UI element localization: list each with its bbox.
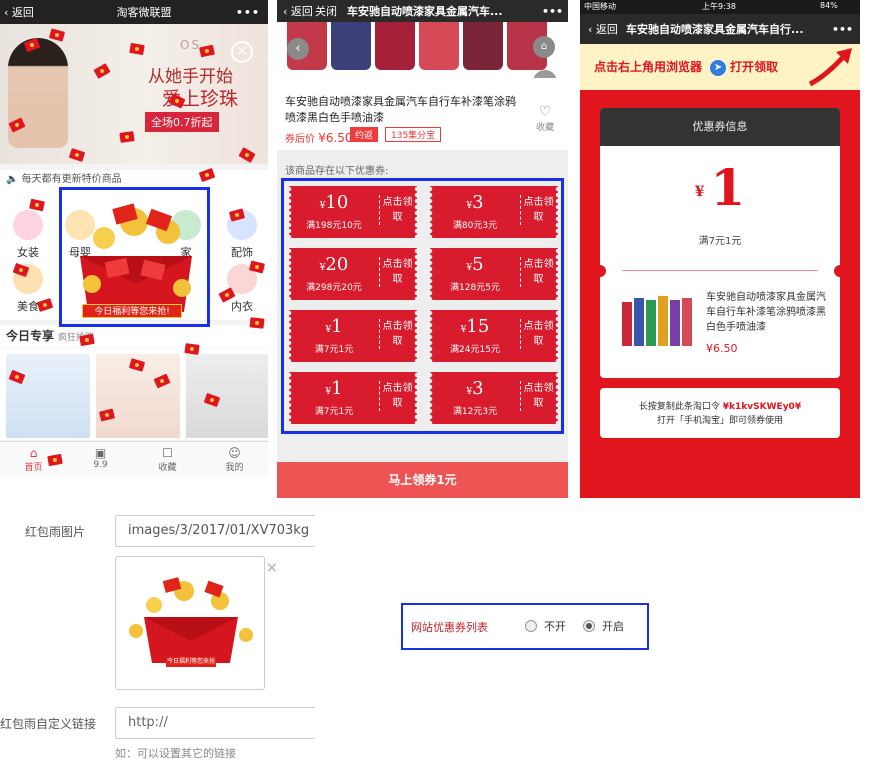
close-link[interactable]: 关闭 (315, 3, 347, 19)
points-tag: 135集分宝 (385, 127, 442, 142)
redrain-image-input[interactable]: images/3/2017/01/XV703kg (115, 515, 315, 547)
product-banner-image (277, 22, 568, 78)
product-thumb (620, 286, 694, 356)
favorite-button[interactable]: ♡ 收藏 (534, 104, 556, 133)
highlight-box-red-packet (59, 187, 210, 327)
back-button[interactable]: ‹ 返回 (0, 4, 60, 20)
radio-off-label[interactable]: 不开 (544, 618, 566, 634)
heart-icon: ♡ (538, 104, 552, 120)
coupon-intro: 该商品存在以下优惠券: (285, 166, 389, 177)
compass-icon: ➤ (710, 59, 727, 76)
custom-link-input[interactable]: http:// (115, 707, 315, 739)
top-nav-bar: ‹ 返回 关闭 车安驰自动喷漆家具金属汽车... ••• (277, 0, 568, 22)
smile-icon: ☺ (228, 446, 241, 460)
radio-on-label[interactable]: 开启 (602, 618, 624, 634)
rebate-tag: 约返 (350, 127, 379, 142)
more-menu-button[interactable]: ••• (228, 6, 268, 19)
tab-favorites[interactable]: ☐ 收藏 (134, 442, 201, 476)
battery-text: 84% (820, 1, 838, 10)
phone-home-screen: ‹ 返回 淘客微联盟 ••• OS 从她手开始 爱上珍珠 全场0.7折起 × 🔈… (0, 0, 268, 476)
phone-coupon-detail-screen: 中国移动 上午9:38 84% ‹ 返回 车安驰自动喷漆家具金属汽车自行... … (580, 0, 860, 498)
product-thumb[interactable] (6, 354, 90, 438)
box-icon: ☐ (162, 446, 173, 460)
taobao-code[interactable]: ¥k1kvSKWEy0¥ (723, 402, 801, 412)
product-price: ¥6.50 (706, 342, 738, 355)
banner-sale-tag: 全场0.7折起 (145, 112, 219, 132)
radio-off[interactable] (525, 620, 537, 632)
tab-99[interactable]: ▣ 9.9 (67, 442, 134, 476)
radio-on[interactable] (583, 620, 595, 632)
preview-caption: 今日福利等您来抢 (166, 657, 216, 667)
model-image (8, 38, 68, 148)
coupon-list-toggle-group: 网站优惠券列表 不开 开启 (401, 603, 649, 650)
close-icon[interactable]: × (231, 41, 253, 63)
product-title: 车安驰自动喷漆家具金属汽车自行车补漆笔涂鸦喷漆黑白色手喷油漆 (285, 95, 516, 124)
highlight-box-coupons (281, 178, 564, 434)
custom-link-label: 红包雨自定义链接 (0, 717, 97, 731)
top-nav-bar: ‹ 返回 淘客微联盟 ••• (0, 0, 268, 24)
divider (622, 270, 818, 271)
back-button[interactable]: ‹ 返回 (277, 3, 315, 19)
home-icon[interactable]: ⌂ (533, 36, 555, 58)
back-circle-icon[interactable]: ‹ (287, 38, 309, 60)
arrow-up-right-icon (808, 48, 852, 87)
custom-link-hint: 如：可以设置其它的链接 (115, 747, 236, 760)
remove-image-icon[interactable]: × (266, 560, 278, 576)
coupon-info-card: 优惠券信息 ¥1 满7元1元 车安驰自动喷漆家具金属汽车自行车补漆笔涂鸦喷漆黑白… (600, 108, 840, 378)
page-title: 车安驰自动喷漆家具金属汽车自行... (626, 23, 804, 36)
tab-me[interactable]: ☺ 我的 (201, 442, 268, 476)
coupon-condition: 满7元1元 (698, 236, 742, 247)
clock-text: 上午9:38 (702, 2, 736, 11)
redrain-image-preview: 今日福利等您来抢 (115, 556, 265, 690)
taobao-code-box[interactable]: 长按复制此条淘口令 ¥k1kvSKWEy0¥ 打开「手机淘宝」即可领券使用 (600, 388, 840, 438)
bag-icon: ▣ (94, 446, 107, 460)
card-title: 优惠券信息 (600, 108, 840, 146)
product-title: 车安驰自动喷漆家具金属汽车自行车补漆笔涂鸦喷漆黑白色手喷油漆 (706, 292, 826, 333)
more-menu-button[interactable]: ••• (542, 5, 568, 18)
speaker-icon: 🔈 (6, 174, 19, 185)
claim-coupon-button[interactable]: 马上领券1元 (277, 462, 568, 498)
category-item[interactable]: 女装 (2, 210, 54, 260)
redrain-image-label: 红包雨图片 (25, 525, 86, 539)
today-section-title: 今日专享 疯狂抢购 (0, 325, 268, 347)
coupon-list-label: 网站优惠券列表 (411, 621, 488, 634)
status-bar: 中国移动 上午9:38 84% (580, 0, 860, 14)
red-packet-icon (129, 577, 253, 663)
page-title: 淘客微联盟 (116, 6, 172, 19)
banner-brand: OS (180, 38, 202, 52)
open-in-browser-tip: 点击右上角用浏览器 ➤ 打开领取 (580, 44, 860, 90)
page-title: 车安驰自动喷漆家具金属汽车... (347, 5, 503, 18)
more-menu-button[interactable]: ••• (832, 23, 860, 36)
bottom-tab-bar: ⌂ 首页 ▣ 9.9 ☐ 收藏 ☺ 我的 (0, 441, 268, 476)
top-nav-bar: ‹ 返回 车安驰自动喷漆家具金属汽车自行... ••• (580, 14, 860, 44)
back-button[interactable]: ‹ 返回 (580, 21, 626, 37)
product-thumb[interactable] (186, 354, 268, 438)
product-info: 车安驰自动喷漆家具金属汽车自行车补漆笔涂鸦喷漆黑白色手喷油漆 券后价 ¥6.50… (277, 78, 568, 150)
carrier-text: 中国移动 (584, 2, 616, 11)
product-price: 券后价 ¥6.50 (285, 131, 353, 145)
coupon-amount: ¥1 (694, 158, 746, 217)
